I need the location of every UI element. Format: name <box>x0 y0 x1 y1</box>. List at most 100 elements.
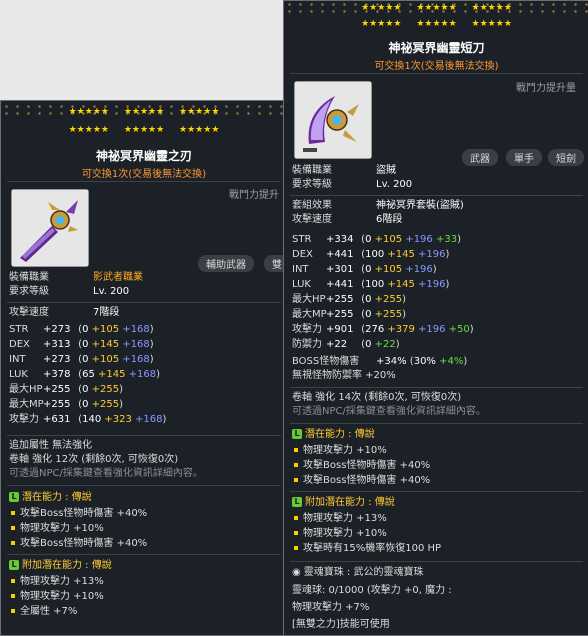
legendary-badge-icon: L <box>9 492 19 502</box>
legendary-badge-icon: L <box>292 497 302 507</box>
stat-base: 100 <box>365 249 385 260</box>
stat-name: 攻擊力 <box>9 414 39 425</box>
tag-secondary-weapon: 輔助武器 <box>198 255 254 272</box>
stat-starforce: +196 <box>405 264 433 275</box>
stat-base: 276 <box>365 324 385 335</box>
star-force-row-bottom: ★★★★★ ★★★★★ ★★★★★ <box>68 125 220 135</box>
stat-starforce: +196 <box>405 234 433 245</box>
stat-name: 最大HP <box>9 384 43 395</box>
stat-total: +255 <box>326 309 354 320</box>
additional-potential-line: 全屬性 +7% <box>9 605 77 619</box>
potential-header: L 潛在能力 : 傳說 <box>9 491 92 505</box>
bullet-icon <box>11 540 15 545</box>
enhance-hint: 可透過NPC/採集鍵查看強化資訊詳細內容。 <box>9 468 203 479</box>
potential-header: L 潛在能力 : 傳說 <box>292 428 375 442</box>
stat-name: 最大MP <box>9 399 44 410</box>
soul-skill-line: [無雙之力]技能可使用 <box>292 619 390 630</box>
divider <box>7 181 281 182</box>
additional-potential-line: 攻擊時有15%機率恢復100 HP <box>292 542 441 556</box>
set-effect-line: 套組效果 神祕冥界套裝(盜賊) <box>292 200 464 211</box>
stat-flame: +145 <box>91 339 120 350</box>
stat-starforce: +168 <box>135 414 163 425</box>
stat-total: +378 <box>43 369 71 380</box>
stat-name: INT <box>292 264 309 275</box>
level-line: 要求等級 Lv. 200 <box>9 286 130 297</box>
stat-flame: +105 <box>374 264 403 275</box>
bullet-icon <box>294 530 298 535</box>
stat-flame: +105 <box>374 234 403 245</box>
bullet-icon <box>294 447 298 452</box>
divider <box>7 554 281 555</box>
ignore-defense-line: 無視怪物防禦率 +20% <box>292 370 396 381</box>
soul-gauge-line: 靈魂球: 0/1000 (攻擊力 +0, 魔力 : <box>292 585 452 596</box>
stat-flame: +105 <box>91 324 120 335</box>
stat-line: 防禦力 +22 (0 +22) <box>292 339 400 350</box>
additional-potential-line: 物理攻擊力 +10% <box>9 590 104 604</box>
stat-line: INT +301 (0 +105 +196) <box>292 264 437 275</box>
stat-name: LUK <box>9 369 28 380</box>
potential-line: 物理攻擊力 +10% <box>292 444 387 458</box>
divider <box>290 195 583 196</box>
star-force-row-top: ★★★★★ ★★★★★ ★★★★★ <box>68 107 220 117</box>
soul-title-line: ◉ 靈魂寶珠 : 武公的靈魂寶珠 <box>292 567 424 578</box>
stat-base: 0 <box>365 294 372 305</box>
bullet-icon <box>11 578 15 583</box>
scroll-line: 卷軸 強化 14次 (剩餘0次, 可恢復0次) <box>292 392 462 403</box>
stat-line: 最大HP+255 (0 +255) <box>292 294 407 305</box>
right-item-tooltip: ★★★★★ ★★★★★ ★★★★★ ★★★★★ ★★★★★ ★★★★★ 神祕冥界… <box>283 0 588 636</box>
stat-flame: +145 <box>387 249 415 260</box>
additional-potential-line: 物理攻擊力 +13% <box>9 575 104 589</box>
tag-dagger: 短劍 <box>548 149 584 166</box>
potential-line: 攻擊Boss怪物時傷害 +40% <box>292 459 430 473</box>
stat-line: STR +334 (0 +105 +196 +33) <box>292 234 461 245</box>
stat-starforce: +196 <box>418 279 446 290</box>
stat-line: 最大MP+255 (0 +255) <box>292 309 407 320</box>
left-item-tooltip: ★★★★★ ★★★★★ ★★★★★ ★★★★★ ★★★★★ ★★★★★ 神祕冥界… <box>0 100 288 636</box>
star-force-row-bottom: ★★★★★ ★★★★★ ★★★★★ <box>361 19 512 29</box>
dagger-icon <box>295 82 371 158</box>
scroll-line: 卷軸 強化 12次 (剩餘0次, 可恢復0次) <box>9 454 179 465</box>
stat-name: STR <box>292 234 312 245</box>
stat-base: 0 <box>82 354 89 365</box>
bullet-icon <box>294 477 298 482</box>
stat-flame: +145 <box>98 369 126 380</box>
stat-base: 0 <box>365 234 372 245</box>
stat-name: LUK <box>292 279 311 290</box>
stat-name: 最大MP <box>292 309 327 320</box>
stat-total: +334 <box>326 234 354 245</box>
stat-name: DEX <box>9 339 30 350</box>
stat-total: +255 <box>43 384 71 395</box>
potential-line: 物理攻擊力 +10% <box>9 522 104 536</box>
stat-flame: +255 <box>374 309 403 320</box>
item-icon-dagger <box>294 81 372 159</box>
divider <box>290 491 583 492</box>
speed-line: 攻擊速度 7階段 <box>9 307 120 318</box>
soul-gem-icon: ◉ <box>292 567 301 578</box>
bullet-icon <box>11 608 15 613</box>
bullet-icon <box>11 525 15 530</box>
stat-base: 100 <box>365 279 385 290</box>
tag-one-handed: 單手 <box>506 149 542 166</box>
stat-flame: +255 <box>374 294 403 305</box>
legendary-badge-icon: L <box>9 560 19 570</box>
stat-line: STR +273 (0 +105 +168) <box>9 324 154 335</box>
stat-base: 0 <box>82 339 89 350</box>
stat-total: +273 <box>43 324 71 335</box>
soul-option-line: 物理攻擊力 +7% <box>292 602 370 613</box>
stat-base: 0 <box>365 264 372 275</box>
stat-flame: +105 <box>91 354 120 365</box>
stat-line: 最大HP+255 (0 +255) <box>9 384 124 395</box>
stat-base: 0 <box>365 309 372 320</box>
stat-total: +631 <box>43 414 71 425</box>
speed-line: 攻擊速度 6階段 <box>292 214 403 225</box>
potential-line: 攻擊Boss怪物時傷害 +40% <box>9 507 147 521</box>
boss-damage-line: BOSS怪物傷害 +34% (30% +4%) <box>292 356 468 367</box>
job-line: 裝備職業 盜賊 <box>292 165 396 176</box>
stat-flame: +255 <box>91 399 120 410</box>
stat-line: INT +273 (0 +105 +168) <box>9 354 154 365</box>
legendary-badge-icon: L <box>292 429 302 439</box>
potential-line: 攻擊Boss怪物時傷害 +40% <box>292 474 430 488</box>
star-force-row-top: ★★★★★ ★★★★★ ★★★★★ <box>361 3 512 13</box>
stat-total: +273 <box>43 354 71 365</box>
bullet-icon <box>11 593 15 598</box>
